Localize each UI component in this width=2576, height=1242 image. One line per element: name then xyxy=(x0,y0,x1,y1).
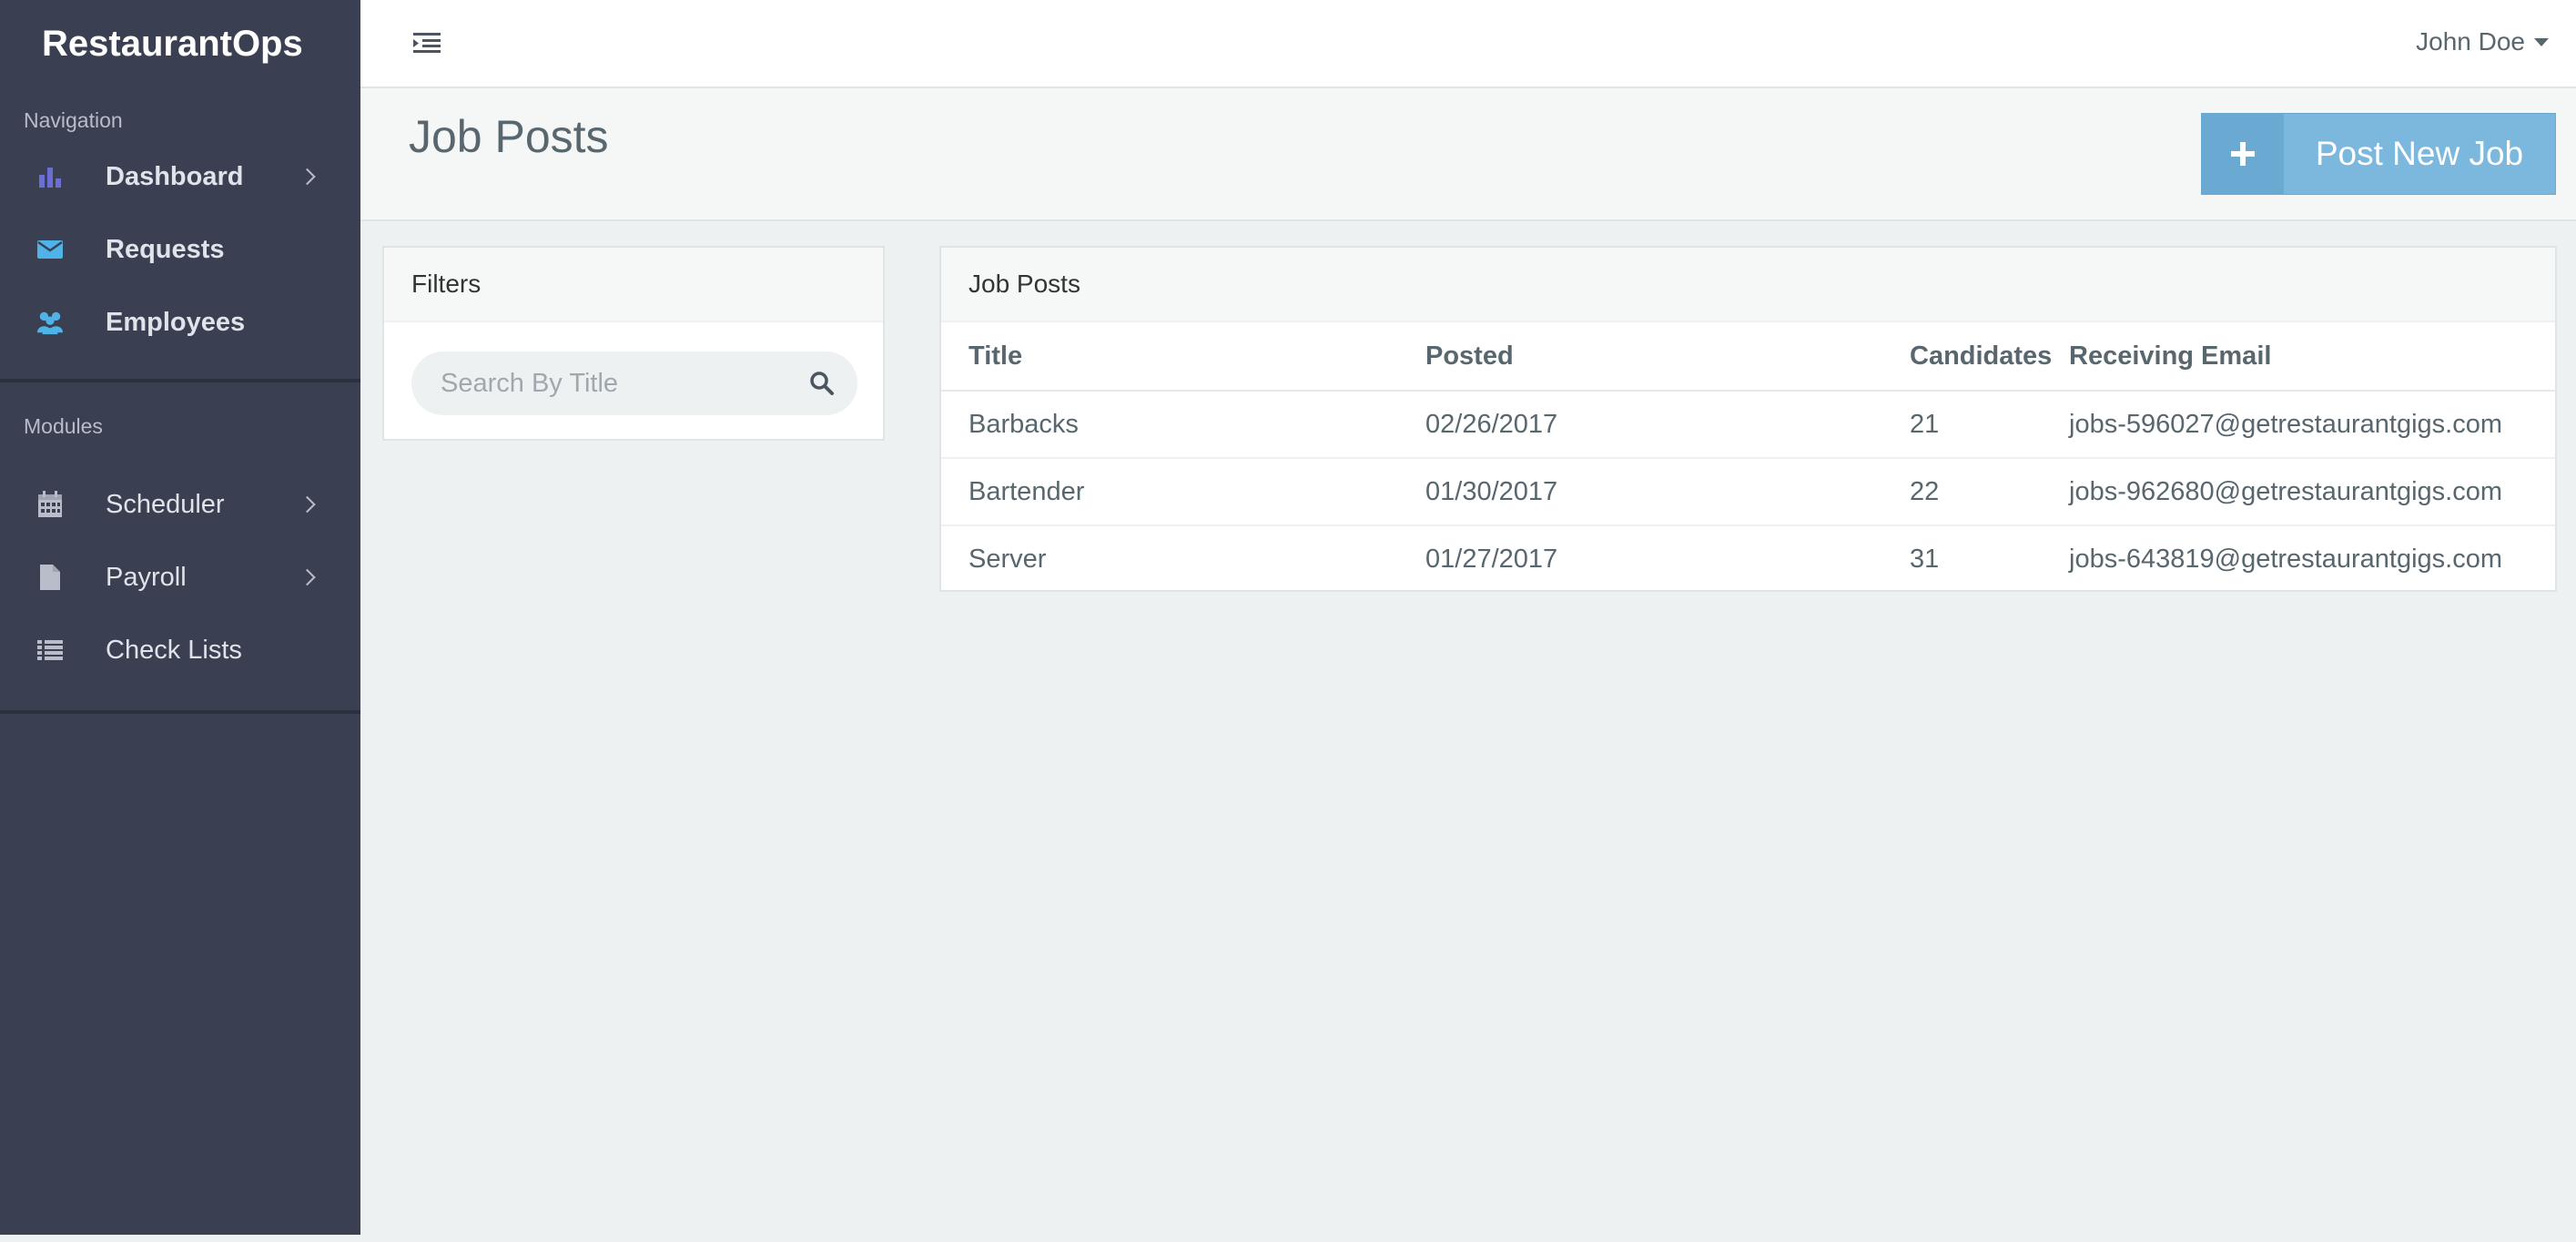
sidebar-item-label: Payroll xyxy=(106,562,187,592)
envelope-icon xyxy=(36,236,64,263)
chevron-right-icon xyxy=(299,495,316,514)
modules-heading: Modules xyxy=(24,413,103,438)
column-header-posted[interactable]: Posted xyxy=(1425,322,1910,392)
top-header: John Doe xyxy=(360,0,2576,88)
user-name: John Doe xyxy=(2416,27,2525,56)
job-title[interactable]: Server xyxy=(941,525,1425,592)
nav-heading: Navigation xyxy=(24,107,123,132)
job-title[interactable]: Barbacks xyxy=(941,391,1425,459)
table-row[interactable]: Barbacks 02/26/2017 21 jobs-596027@getre… xyxy=(941,391,2555,459)
user-menu[interactable]: John Doe xyxy=(2416,27,2549,56)
job-candidates: 31 xyxy=(1910,544,1940,574)
sidebar-item-requests[interactable]: Requests xyxy=(0,213,360,286)
page-header: Job Posts Post New Job xyxy=(360,88,2576,221)
job-posts-table: Title Posted Candidates Receiving Email … xyxy=(941,322,2555,592)
sidebar-item-employees[interactable]: Employees xyxy=(0,286,360,359)
sidebar-divider xyxy=(0,710,360,714)
column-header-title[interactable]: Title xyxy=(941,322,1425,392)
search-input[interactable] xyxy=(439,367,797,400)
sidebar-item-check-lists[interactable]: Check Lists xyxy=(0,614,360,687)
chevron-right-icon xyxy=(299,168,316,186)
sidebar-divider xyxy=(0,379,360,382)
filters-panel: Filters xyxy=(382,246,885,441)
sidebar-item-label: Dashboard xyxy=(106,161,244,191)
sidebar-item-scheduler[interactable]: Scheduler xyxy=(0,468,360,541)
plus-icon xyxy=(2202,114,2284,194)
filters-title: Filters xyxy=(384,248,883,322)
job-title[interactable]: Bartender xyxy=(941,458,1425,526)
app-logo[interactable]: RestaurantOps xyxy=(0,0,360,87)
job-email: jobs-596027@getrestaurantgigs.com xyxy=(2069,391,2555,459)
bar-chart-icon xyxy=(36,163,64,190)
table-row[interactable]: Server 01/27/2017 31 jobs-643819@getrest… xyxy=(941,525,2555,592)
sidebar-item-label: Employees xyxy=(106,307,246,337)
job-posted-date: 01/30/2017 xyxy=(1425,458,1910,526)
chevron-right-icon xyxy=(299,568,316,586)
page-title: Job Posts xyxy=(409,111,609,162)
sidebar-item-label: Check Lists xyxy=(106,635,242,665)
sidebar-item-label: Requests xyxy=(106,234,225,264)
table-header-row: Title Posted Candidates Receiving Email xyxy=(941,322,2555,392)
list-icon xyxy=(36,636,64,664)
caret-down-icon xyxy=(2534,37,2549,46)
sidebar-item-label: Scheduler xyxy=(106,489,225,519)
users-icon xyxy=(36,309,64,336)
menu-toggle-icon[interactable] xyxy=(413,31,441,55)
search-icon[interactable] xyxy=(808,370,836,397)
post-new-job-label: Post New Job xyxy=(2315,135,2524,172)
job-email: jobs-643819@getrestaurantgigs.com xyxy=(2069,544,2502,574)
job-posts-panel: Job Posts Title Posted Candidates Receiv… xyxy=(939,246,2557,592)
table-row[interactable]: Bartender 01/30/2017 22 jobs-962680@getr… xyxy=(941,458,2555,526)
search-box xyxy=(411,351,857,415)
job-email: jobs-962680@getrestaurantgigs.com xyxy=(2069,458,2555,526)
job-candidates: 21 xyxy=(1910,391,2069,459)
column-header-candidates[interactable]: Candidates xyxy=(1910,322,2069,392)
job-posts-title: Job Posts xyxy=(941,248,2555,322)
calendar-icon xyxy=(36,491,64,518)
sidebar: RestaurantOps Navigation Dashboard Reque… xyxy=(0,0,360,1235)
job-posted-date: 01/27/2017 xyxy=(1425,544,1558,574)
post-new-job-button[interactable]: Post New Job xyxy=(2201,113,2556,195)
job-posted-date: 02/26/2017 xyxy=(1425,391,1910,459)
file-icon xyxy=(36,564,64,591)
sidebar-item-payroll[interactable]: Payroll xyxy=(0,541,360,614)
job-candidates: 22 xyxy=(1910,458,2069,526)
column-header-email[interactable]: Receiving Email xyxy=(2069,322,2555,392)
sidebar-item-dashboard[interactable]: Dashboard xyxy=(0,140,360,213)
